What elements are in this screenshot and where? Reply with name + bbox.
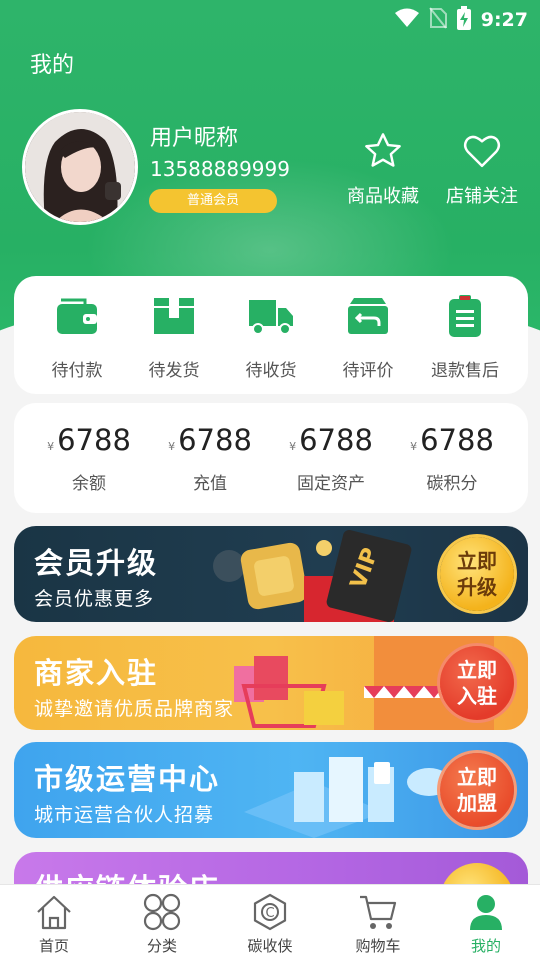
tab-home[interactable]: 首页 xyxy=(0,891,108,956)
banner-title: 商家入驻 xyxy=(34,656,159,690)
tab-carbon[interactable]: C 碳收侠 xyxy=(216,891,324,956)
order-pending-review[interactable]: 待评价 xyxy=(319,290,417,381)
star-icon xyxy=(343,126,423,176)
heart-icon xyxy=(440,126,524,176)
tab-label: 碳收侠 xyxy=(247,937,293,955)
city-operation-banner[interactable]: 市级运营中心 城市运营合伙人招募 立即加盟 xyxy=(14,742,528,838)
asset-label: 碳积分 xyxy=(426,474,478,494)
tab-mine[interactable]: 我的 xyxy=(432,891,540,956)
asset-balance[interactable]: ¥6788 余额 xyxy=(29,423,149,494)
tab-label: 我的 xyxy=(470,937,501,955)
order-label: 退款售后 xyxy=(431,361,499,381)
asset-carbon-points[interactable]: ¥6788 碳积分 xyxy=(392,423,512,494)
banner-title: 市级运营中心 xyxy=(34,762,221,796)
currency-symbol: ¥ xyxy=(289,440,297,453)
asset-label: 余额 xyxy=(72,474,106,494)
assets-card: ¥6788 余额 ¥6788 充值 ¥6788 固定资产 ¥6788 碳积分 xyxy=(14,403,528,513)
orders-card: 待付款 待发货 待收货 待评价 退款售后 xyxy=(14,276,528,394)
no-sim-icon xyxy=(428,7,447,33)
page-title: 我的 xyxy=(30,53,75,78)
tab-label: 分类 xyxy=(146,937,177,955)
svg-text:C: C xyxy=(265,906,274,921)
goods-favorites-label: 商品收藏 xyxy=(347,186,419,207)
order-label: 待付款 xyxy=(51,361,103,381)
cart-icon xyxy=(324,891,432,933)
asset-value: ¥6788 xyxy=(47,423,131,457)
review-icon xyxy=(319,290,417,342)
banner-subtitle: 城市运营合伙人招募 xyxy=(34,804,215,826)
city-illustration xyxy=(244,757,451,838)
member-upgrade-banner[interactable]: VIP 会员升级 会员优惠更多 立即升级 xyxy=(14,526,528,622)
merchant-entry-banner[interactable]: 商家入驻 诚挚邀请优质品牌商家 立即入驻 xyxy=(14,636,528,730)
user-icon xyxy=(432,891,540,933)
vip-illustration: VIP xyxy=(213,529,412,622)
category-icon xyxy=(108,891,216,933)
truck-icon xyxy=(222,290,320,342)
carbon-icon: C xyxy=(216,891,324,933)
currency-symbol: ¥ xyxy=(47,440,55,453)
member-level-badge: 普通会员 xyxy=(149,189,277,213)
home-icon xyxy=(0,891,108,933)
order-pending-shipment[interactable]: 待发货 xyxy=(125,290,223,381)
tab-label: 首页 xyxy=(38,937,69,955)
bottom-tab-bar: 首页 分类 C 碳收侠 购物车 我的 xyxy=(0,884,540,960)
asset-fixed[interactable]: ¥6788 固定资产 xyxy=(271,423,391,494)
asset-value: ¥6788 xyxy=(168,423,252,457)
asset-value: ¥6788 xyxy=(289,423,373,457)
join-now-button[interactable]: 立即加盟 xyxy=(440,753,514,827)
wallet-icon xyxy=(28,290,126,342)
tab-category[interactable]: 分类 xyxy=(108,891,216,956)
asset-label: 充值 xyxy=(193,474,227,494)
order-label: 待发货 xyxy=(148,361,200,381)
status-time: 9:27 xyxy=(480,9,528,31)
order-pending-payment[interactable]: 待付款 xyxy=(28,290,126,381)
banner-subtitle: 诚挚邀请优质品牌商家 xyxy=(34,698,235,720)
package-icon xyxy=(125,290,223,342)
currency-symbol: ¥ xyxy=(410,440,418,453)
upgrade-now-button[interactable]: 立即升级 xyxy=(440,537,514,611)
banner-title: 会员升级 xyxy=(34,546,159,580)
order-refund-aftersales[interactable]: 退款售后 xyxy=(416,290,514,381)
status-bar: 9:27 xyxy=(0,0,540,36)
asset-recharge[interactable]: ¥6788 充值 xyxy=(150,423,270,494)
tab-cart[interactable]: 购物车 xyxy=(324,891,432,956)
currency-symbol: ¥ xyxy=(168,440,176,453)
refund-icon xyxy=(416,290,514,342)
wifi-icon xyxy=(394,8,419,32)
battery-charging-icon xyxy=(456,6,471,34)
shop-follow-button[interactable]: 店铺关注 xyxy=(440,126,524,208)
order-pending-receipt[interactable]: 待收货 xyxy=(222,290,320,381)
order-label: 待收货 xyxy=(245,361,297,381)
avatar[interactable] xyxy=(22,109,138,225)
goods-favorites-button[interactable]: 商品收藏 xyxy=(343,126,423,208)
nickname: 用户昵称 xyxy=(150,126,239,151)
enter-now-button[interactable]: 立即入驻 xyxy=(440,646,514,720)
banner-subtitle: 会员优惠更多 xyxy=(34,588,155,610)
tab-label: 购物车 xyxy=(355,937,401,955)
phone-number: 13588889999 xyxy=(150,157,290,181)
order-label: 待评价 xyxy=(342,361,394,381)
status-icons: 9:27 xyxy=(394,6,528,34)
asset-label: 固定资产 xyxy=(297,474,365,494)
shop-follow-label: 店铺关注 xyxy=(446,186,518,207)
asset-value: ¥6788 xyxy=(410,423,494,457)
